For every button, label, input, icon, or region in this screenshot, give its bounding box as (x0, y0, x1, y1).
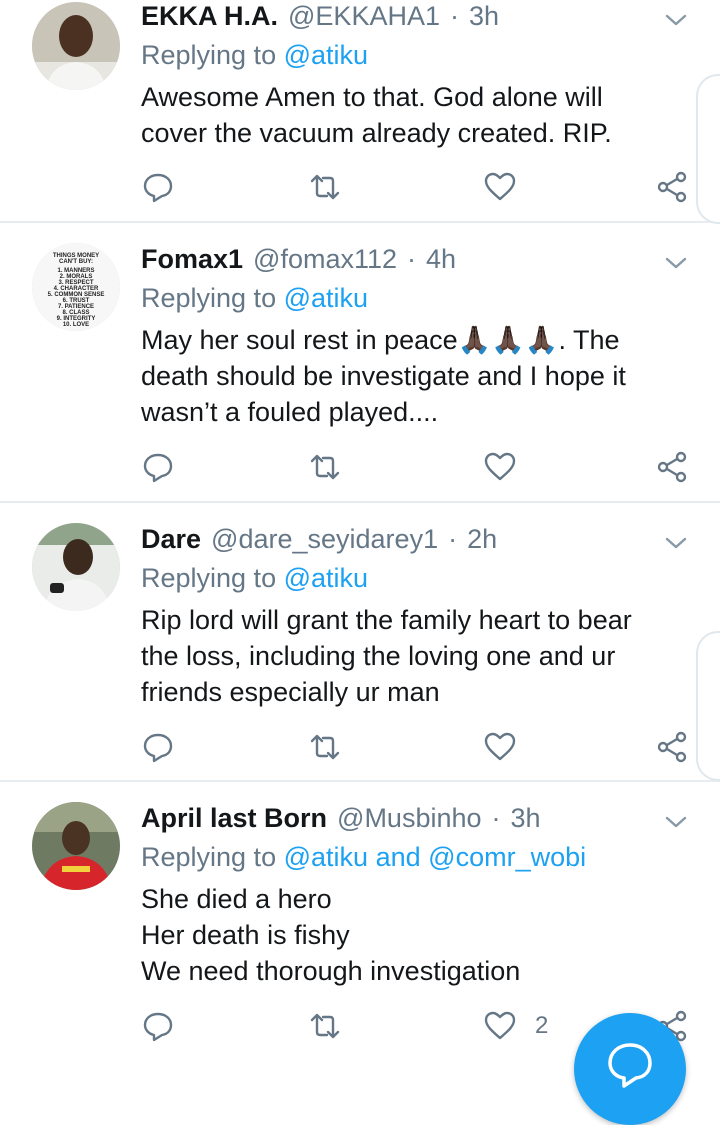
tweet-card[interactable]: Dare @dare_seyidarey1 · 2h Replying to @… (0, 503, 720, 782)
reply-feed: EKKA H.A. @EKKAHA1 · 3h Replying to @ati… (0, 0, 720, 1071)
reply-icon (143, 733, 173, 763)
reply-button[interactable] (141, 449, 175, 485)
retweet-button[interactable] (308, 729, 342, 765)
tweet-actions (141, 729, 701, 765)
like-button[interactable] (483, 169, 517, 205)
heart-icon (484, 732, 516, 761)
mention-link[interactable]: @atiku (284, 842, 368, 872)
like-button[interactable] (483, 729, 517, 765)
tweet-card[interactable]: THINGS MONEY CAN'T BUY: 1. MANNERS 2. MO… (0, 223, 720, 503)
reply-icon (143, 173, 173, 203)
mention-link[interactable]: @atiku (284, 40, 368, 70)
share-button[interactable] (655, 169, 689, 205)
replying-to: Replying to @atiku and @comr_wobi (141, 842, 587, 872)
chevron-down-icon[interactable] (664, 8, 688, 32)
retweet-icon (310, 454, 340, 480)
compose-reply-icon (608, 1043, 652, 1088)
retweet-icon (310, 1013, 340, 1039)
separator-dot: · (491, 802, 501, 833)
chevron-down-icon[interactable] (664, 531, 688, 555)
mention-link[interactable]: @atiku (284, 563, 368, 593)
mention-link[interactable]: @atiku (284, 283, 368, 313)
separator-dot: · (448, 523, 458, 554)
tweet-actions (141, 449, 701, 485)
author-handle[interactable]: @Musbinho (337, 803, 481, 834)
author-name[interactable]: Dare (141, 524, 201, 555)
replying-to: Replying to @atiku (141, 283, 369, 313)
replying-to: Replying to @atiku (141, 563, 369, 593)
retweet-button[interactable] (308, 169, 342, 205)
tweet-card[interactable]: EKKA H.A. @EKKAHA1 · 3h Replying to @ati… (0, 0, 720, 224)
author-name[interactable]: Fomax1 (141, 244, 243, 275)
like-count: 2 (535, 1012, 549, 1039)
scroll-edge-handle[interactable] (696, 631, 720, 781)
compose-reply-button[interactable] (574, 1013, 686, 1125)
avatar[interactable]: THINGS MONEY CAN'T BUY: 1. MANNERS 2. MO… (32, 243, 120, 331)
retweet-button[interactable] (308, 1008, 342, 1044)
avatar[interactable] (32, 802, 120, 890)
tweet-actions (141, 169, 701, 205)
svg-text:CAN'T BUY:: CAN'T BUY: (59, 259, 93, 265)
share-button[interactable] (655, 449, 689, 485)
share-icon (657, 451, 687, 483)
reply-button[interactable] (141, 729, 175, 765)
replying-to: Replying to @atiku (141, 40, 369, 70)
retweet-button[interactable] (308, 449, 342, 485)
svg-text:10. LOVE: 10. LOVE (63, 322, 89, 328)
timestamp[interactable]: 3h (511, 803, 541, 834)
mention-joiner: and (375, 842, 421, 872)
author-name[interactable]: EKKA H.A. (141, 1, 278, 32)
like-button[interactable]: 2 (483, 1008, 548, 1044)
author-name[interactable]: April last Born (141, 803, 327, 834)
share-button[interactable] (655, 729, 689, 765)
heart-icon (484, 452, 516, 481)
like-button[interactable] (483, 449, 517, 485)
retweet-icon (310, 734, 340, 760)
timestamp[interactable]: 2h (467, 524, 497, 555)
mention-link[interactable]: @comr_wobi (428, 842, 586, 872)
reply-icon (143, 1012, 173, 1042)
avatar[interactable] (32, 523, 120, 611)
author-handle[interactable]: @EKKAHA1 (288, 1, 440, 32)
separator-dot: · (407, 243, 417, 274)
scroll-edge-handle[interactable] (696, 74, 720, 224)
tweet-text: May her soul rest in peace🙏🏿🙏🏿🙏🏿. The de… (141, 325, 626, 427)
tweet-text: Awesome Amen to that. God alone will cov… (141, 82, 612, 148)
author-handle[interactable]: @fomax112 (253, 244, 397, 275)
reply-button[interactable] (141, 169, 175, 205)
heart-icon (484, 172, 516, 201)
chevron-down-icon[interactable] (664, 251, 688, 275)
author-handle[interactable]: @dare_seyidarey1 (211, 524, 438, 555)
timestamp[interactable]: 4h (426, 244, 456, 275)
tweet-text: Rip lord will grant the family heart to … (141, 605, 632, 707)
chevron-down-icon[interactable] (664, 810, 688, 834)
retweet-icon (310, 174, 340, 200)
timestamp[interactable]: 3h (469, 1, 499, 32)
reply-icon (143, 453, 173, 483)
share-icon (657, 171, 687, 203)
share-icon (657, 731, 687, 763)
separator-dot: · (449, 0, 459, 31)
tweet-text: She died a hero Her death is fishy We ne… (141, 884, 521, 986)
reply-button[interactable] (141, 1008, 175, 1044)
heart-icon (484, 1011, 516, 1040)
avatar[interactable] (32, 2, 120, 90)
